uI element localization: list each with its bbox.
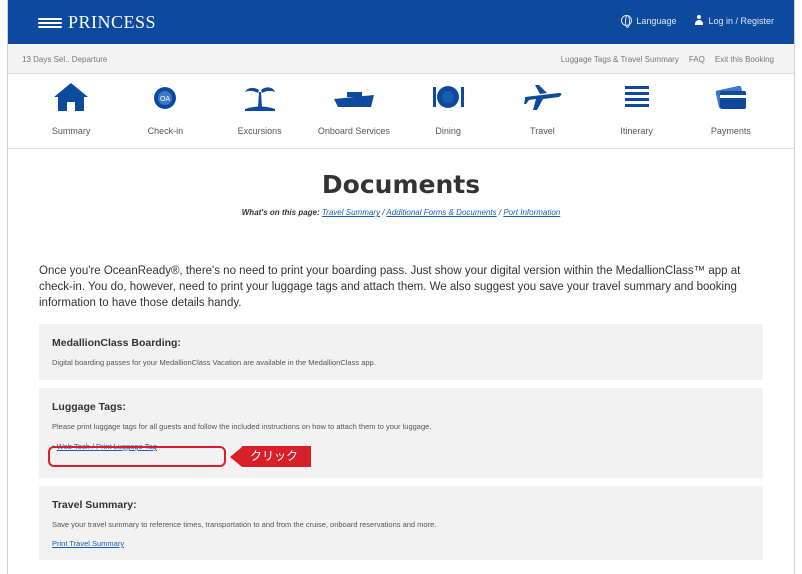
luggage-tags-link[interactable]: Luggage Tags & Travel Summary — [561, 55, 679, 64]
intro-text: Once you're OceanReady®, there's no need… — [39, 265, 741, 309]
login-link[interactable]: Log in / Register — [694, 15, 774, 26]
section-text: Digital boarding passes for your Medalli… — [52, 358, 376, 367]
booking-subbar: 13 Days Sel.. Departure Luggage Tags & T… — [8, 44, 794, 74]
nav-label: Itinerary — [620, 126, 653, 136]
nav-label: Payments — [710, 126, 751, 136]
nav-label: Excursions — [237, 126, 282, 136]
callout-arrow-icon — [230, 446, 242, 467]
section-text: Save your travel summary to reference ti… — [52, 520, 437, 529]
highlight-box — [48, 446, 226, 467]
dining-icon — [433, 86, 465, 108]
page-frame: PRINCESS Language Log in / Register 13 D… — [7, 0, 795, 574]
travel-summary-anchor[interactable]: Travel Summary — [322, 208, 380, 217]
nav-item-dining[interactable]: Dining — [403, 74, 493, 148]
seawitch-logo-icon — [38, 17, 62, 29]
login-label: Log in / Register — [708, 15, 774, 26]
callout-label: クリック — [242, 446, 312, 467]
credit-card-icon — [715, 85, 746, 109]
medallion-boarding-section: MedallionClass Boarding: Digital boardin… — [39, 324, 763, 380]
itinerary-icon — [624, 86, 649, 107]
page-title: Documents — [321, 170, 481, 199]
on-page-label: What's on this page: — [241, 208, 320, 217]
princess-logo[interactable]: PRINCESS — [38, 12, 156, 33]
user-icon — [694, 15, 704, 26]
exit-booking-link[interactable]: Exit this Booking — [715, 55, 774, 64]
section-title: Travel Summary: — [52, 499, 137, 511]
nav-item-travel[interactable]: Travel — [497, 74, 587, 148]
additional-forms-anchor[interactable]: Additional Forms & Documents — [386, 208, 496, 217]
port-information-anchor[interactable]: Port Information — [503, 208, 560, 217]
language-label: Language — [636, 15, 677, 26]
section-title: MedallionClass Boarding: — [52, 337, 181, 349]
nav-label: Dining — [435, 126, 461, 136]
language-selector[interactable]: Language — [621, 15, 677, 28]
click-callout: クリック — [230, 446, 312, 467]
nav-label: Travel — [530, 126, 555, 136]
nav-label: Check-in — [147, 126, 184, 136]
brand-name: PRINCESS — [68, 12, 157, 32]
section-text: Please print luggage tags for all guests… — [52, 422, 432, 431]
nav-label: Onboard Services — [317, 126, 390, 136]
nav-item-onboard-services[interactable]: Onboard Services — [309, 74, 399, 148]
travel-summary-section: Travel Summary: Save your travel summary… — [39, 486, 763, 560]
main-nav: Summary OA Check-in Excursions Onboard S… — [8, 74, 794, 149]
nav-item-payments[interactable]: Payments — [686, 74, 776, 148]
home-icon — [54, 83, 89, 111]
palm-tree-icon — [244, 87, 275, 111]
check-in-icon: OA — [154, 87, 177, 109]
nav-label: Summary — [51, 126, 91, 136]
faq-link[interactable]: FAQ — [689, 55, 705, 64]
cruise-name: 13 Days Sel.. Departure — [22, 55, 108, 64]
section-title: Luggage Tags: — [52, 401, 126, 413]
nav-item-itinerary[interactable]: Itinerary — [592, 74, 682, 148]
svg-text:OA: OA — [160, 96, 170, 103]
print-travel-summary-link[interactable]: Print Travel Summary — [52, 539, 124, 548]
top-header: PRINCESS Language Log in / Register — [8, 0, 794, 44]
ship-icon — [333, 92, 374, 107]
nav-item-summary[interactable]: Summary — [26, 74, 116, 148]
airplane-icon — [524, 85, 562, 110]
nav-item-excursions[interactable]: Excursions — [215, 74, 305, 148]
nav-item-check-in[interactable]: OA Check-in — [120, 74, 210, 148]
globe-icon — [621, 15, 633, 28]
on-this-page-links: What's on this page: Travel Summary / Ad… — [241, 208, 561, 217]
